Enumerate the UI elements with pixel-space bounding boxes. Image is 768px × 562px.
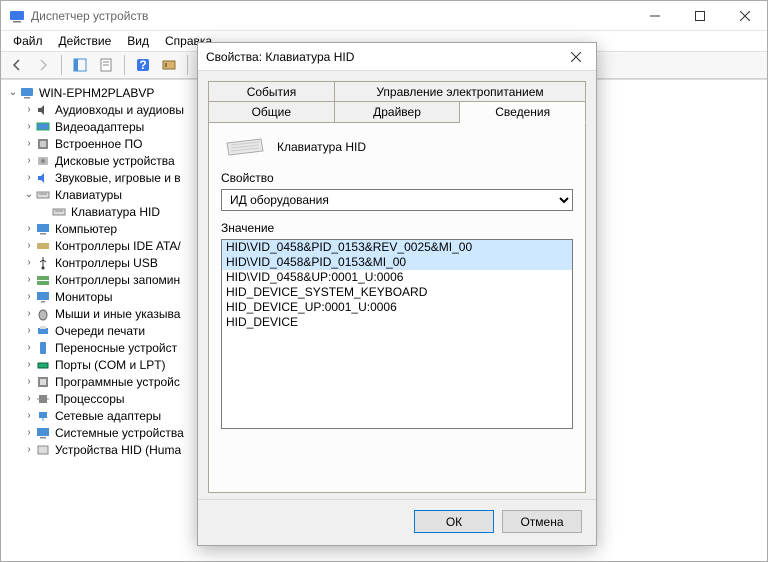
value-item[interactable]: HID_DEVICE_UP:0001_U:0006 — [222, 300, 572, 315]
expand-icon[interactable]: › — [23, 274, 35, 285]
sound-icon — [35, 170, 51, 186]
show-hide-tree-button[interactable] — [68, 53, 92, 77]
hid-icon — [35, 442, 51, 458]
property-label: Свойство — [221, 171, 573, 185]
expand-icon[interactable]: › — [23, 223, 35, 234]
expand-icon[interactable]: › — [23, 308, 35, 319]
expand-yp[interactable]: › — [23, 393, 35, 404]
close-button[interactable] — [722, 1, 767, 31]
printer-icon — [35, 323, 51, 339]
disk-icon — [35, 153, 51, 169]
forward-button[interactable] — [31, 53, 55, 77]
properties-dialog: Свойства: Клавиатура HID События Управле… — [197, 42, 597, 546]
value-item[interactable]: HID_DEVICE_SYSTEM_KEYBOARD — [222, 285, 572, 300]
expand-icon[interactable]: › — [23, 104, 35, 115]
software-device-icon — [35, 374, 51, 390]
expand-icon[interactable]: › — [23, 342, 35, 353]
window-title: Диспетчер устройств — [31, 9, 148, 23]
usb-icon — [35, 255, 51, 271]
storage-controller-icon — [35, 272, 51, 288]
keyboard-icon — [35, 187, 51, 203]
expand-icon[interactable]: › — [23, 172, 35, 183]
app-icon — [9, 8, 25, 24]
expand-icon[interactable]: › — [23, 325, 35, 336]
value-label: Значение — [221, 221, 573, 235]
computer-icon — [19, 85, 35, 101]
tab-driver[interactable]: Драйвер — [335, 102, 461, 123]
expand-icon[interactable]: › — [23, 155, 35, 166]
cancel-button[interactable]: Отмена — [502, 510, 582, 533]
firmware-icon — [35, 136, 51, 152]
back-button[interactable] — [5, 53, 29, 77]
device-name: Клавиатура HID — [277, 140, 366, 154]
collapse-icon[interactable]: ⌄ — [23, 189, 35, 200]
scan-hardware-button[interactable] — [157, 53, 181, 77]
expand-icon[interactable]: › — [23, 138, 35, 149]
maximize-button[interactable] — [677, 1, 722, 31]
property-select[interactable]: ИД оборудования — [221, 189, 573, 211]
tab-general[interactable]: Общие — [208, 102, 335, 123]
titlebar: Диспетчер устройств — [1, 1, 767, 31]
tab-power[interactable]: Управление электропитанием — [335, 81, 586, 102]
expand-icon[interactable]: › — [23, 240, 35, 251]
expand-icon[interactable]: › — [23, 444, 35, 455]
system-device-icon — [35, 425, 51, 441]
computer-icon — [35, 221, 51, 237]
expand-icon[interactable]: › — [23, 410, 35, 421]
dialog-titlebar: Свойства: Клавиатура HID — [198, 43, 596, 71]
expand-icon[interactable]: › — [23, 257, 35, 268]
dialog-title: Свойства: Клавиатура HID — [206, 50, 354, 64]
expand-icon[interactable]: › — [23, 427, 35, 438]
keyboard-icon — [51, 204, 67, 220]
menu-file[interactable]: Файл — [5, 32, 51, 50]
cpu-icon — [35, 391, 51, 407]
menu-view[interactable]: Вид — [119, 32, 157, 50]
svg-text:?: ? — [139, 58, 146, 72]
minimize-button[interactable] — [632, 1, 677, 31]
portable-device-icon — [35, 340, 51, 356]
value-item[interactable]: HID_DEVICE — [222, 315, 572, 330]
value-item[interactable]: HID\VID_0458&UP:0001_U:0006 — [222, 270, 572, 285]
keyboard-large-icon — [225, 137, 265, 157]
properties-button[interactable] — [94, 53, 118, 77]
collapse-icon[interactable]: ⌄ — [7, 87, 19, 98]
monitor-icon — [35, 289, 51, 305]
expand-icon[interactable]: › — [23, 121, 35, 132]
menu-action[interactable]: Действие — [51, 32, 120, 50]
value-item[interactable]: HID\VID_0458&PID_0153&MI_00 — [222, 255, 572, 270]
tab-content: Клавиатура HID Свойство ИД оборудования … — [208, 123, 586, 493]
ide-controller-icon — [35, 238, 51, 254]
audio-io-icon — [35, 102, 51, 118]
display-adapter-icon — [35, 119, 51, 135]
tab-events[interactable]: События — [208, 81, 335, 102]
mouse-icon — [35, 306, 51, 322]
dialog-close-button[interactable] — [556, 43, 596, 71]
expand-icon[interactable]: › — [23, 376, 35, 387]
ports-icon — [35, 357, 51, 373]
tab-details[interactable]: Сведения — [460, 102, 586, 123]
value-item[interactable]: HID\VID_0458&PID_0153&REV_0025&MI_00 — [222, 240, 572, 255]
value-listbox[interactable]: HID\VID_0458&PID_0153&REV_0025&MI_00 HID… — [221, 239, 573, 429]
network-icon — [35, 408, 51, 424]
ok-button[interactable]: ОК — [414, 510, 494, 533]
expand-icon[interactable]: › — [23, 359, 35, 370]
help-button[interactable]: ? — [131, 53, 155, 77]
expand-icon[interactable]: › — [23, 291, 35, 302]
